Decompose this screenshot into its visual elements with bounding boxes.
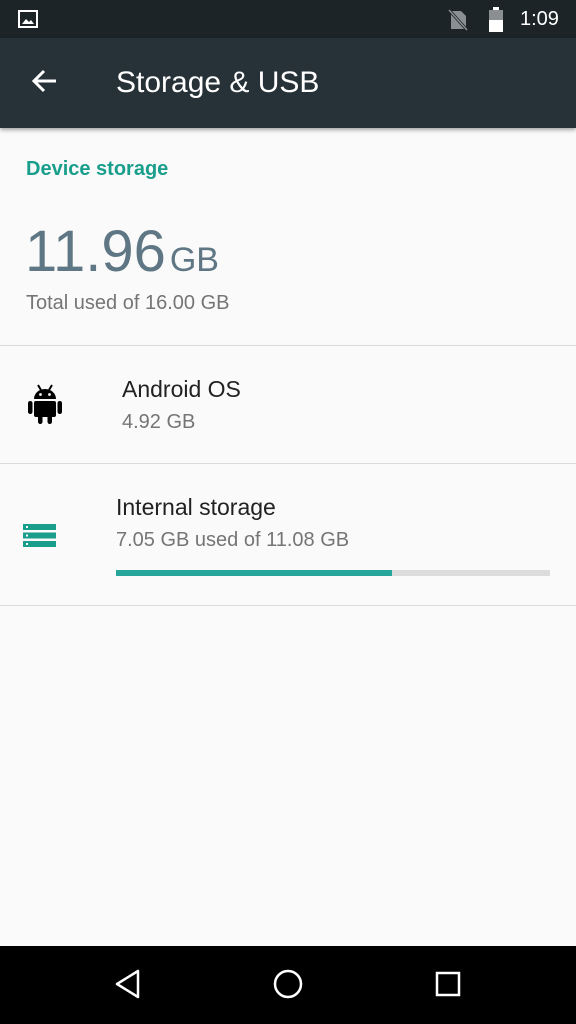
android-icon: [28, 384, 62, 429]
internal-storage-title: Internal storage: [116, 494, 276, 520]
nav-recents-button[interactable]: [428, 966, 468, 1006]
internal-storage-progress-fill: [116, 570, 393, 576]
section-header-device-storage: Device storage: [26, 158, 169, 180]
back-triangle-icon: [114, 969, 142, 1004]
battery-icon: [488, 7, 504, 38]
page-title: Storage & USB: [116, 66, 320, 99]
status-time: 1:09: [520, 8, 559, 30]
app-bar: Storage & USB: [0, 38, 576, 128]
no-sim-icon: [447, 8, 469, 36]
nav-back-button[interactable]: [108, 966, 148, 1006]
storage-used-value: 11.96 GB: [25, 218, 219, 285]
recents-square-icon: [434, 970, 462, 1003]
arrow-back-icon: [31, 69, 57, 98]
navigation-bar: [0, 946, 576, 1024]
storage-total-subtitle: Total used of 16.00 GB: [26, 292, 230, 314]
android-os-title: Android OS: [122, 376, 241, 402]
storage-used-number: 11.96: [25, 219, 166, 284]
status-bar: 1:09: [0, 0, 576, 38]
internal-storage-progress-bar: [116, 570, 550, 576]
divider: [0, 605, 576, 606]
list-item-android-os[interactable]: Android OS 4.92 GB: [0, 346, 576, 463]
nav-home-button[interactable]: [268, 966, 308, 1006]
storage-used-unit: GB: [169, 241, 219, 279]
list-item-internal-storage[interactable]: Internal storage 7.05 GB used of 11.08 G…: [0, 464, 576, 605]
back-button[interactable]: [20, 62, 68, 104]
home-circle-icon: [272, 968, 304, 1005]
internal-storage-usage: 7.05 GB used of 11.08 GB: [116, 529, 350, 551]
android-os-size: 4.92 GB: [122, 411, 196, 433]
image-icon: [18, 10, 38, 33]
storage-icon: [23, 524, 56, 552]
